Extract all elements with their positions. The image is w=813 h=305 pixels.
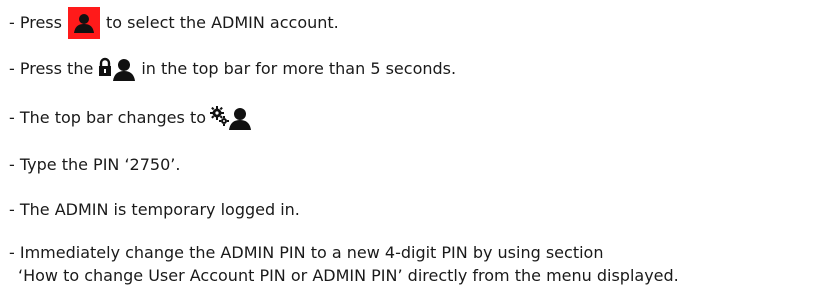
step-select-admin-prefix: - Press: [9, 13, 62, 32]
step-admin-logged-in-text: - The ADMIN is temporary logged in.: [9, 200, 300, 219]
step-change-pin-text-2: ‘How to change User Account PIN or ADMIN…: [18, 266, 679, 285]
step-top-bar-changes-text: - The top bar changes to: [9, 108, 206, 127]
step-admin-logged-in: - The ADMIN is temporary logged in.: [9, 199, 300, 221]
step-select-admin-suffix: to select the ADMIN account.: [105, 13, 339, 32]
step-change-pin-text-1: - Immediately change the ADMIN PIN to a …: [9, 243, 604, 262]
lock-user-icon: [97, 56, 137, 82]
gears-user-icon: [210, 105, 252, 131]
step-type-pin: - Type the PIN ‘2750’.: [9, 154, 180, 176]
admin-user-icon[interactable]: [67, 7, 100, 39]
step-press-lock-prefix: - Press the: [9, 59, 94, 78]
instruction-page: - Press to select the ADMIN account. - P…: [0, 0, 813, 305]
step-top-bar-changes: - The top bar changes to: [9, 105, 256, 131]
step-press-lock: - Press the in the top bar for more than…: [9, 56, 456, 82]
step-change-pin-line2: ‘How to change User Account PIN or ADMIN…: [18, 265, 679, 287]
step-press-lock-suffix: in the top bar for more than 5 seconds.: [141, 59, 457, 78]
step-change-pin-line1: - Immediately change the ADMIN PIN to a …: [9, 242, 603, 264]
step-type-pin-text: - Type the PIN ‘2750’.: [9, 155, 181, 174]
step-select-admin: - Press to select the ADMIN account.: [9, 7, 339, 39]
